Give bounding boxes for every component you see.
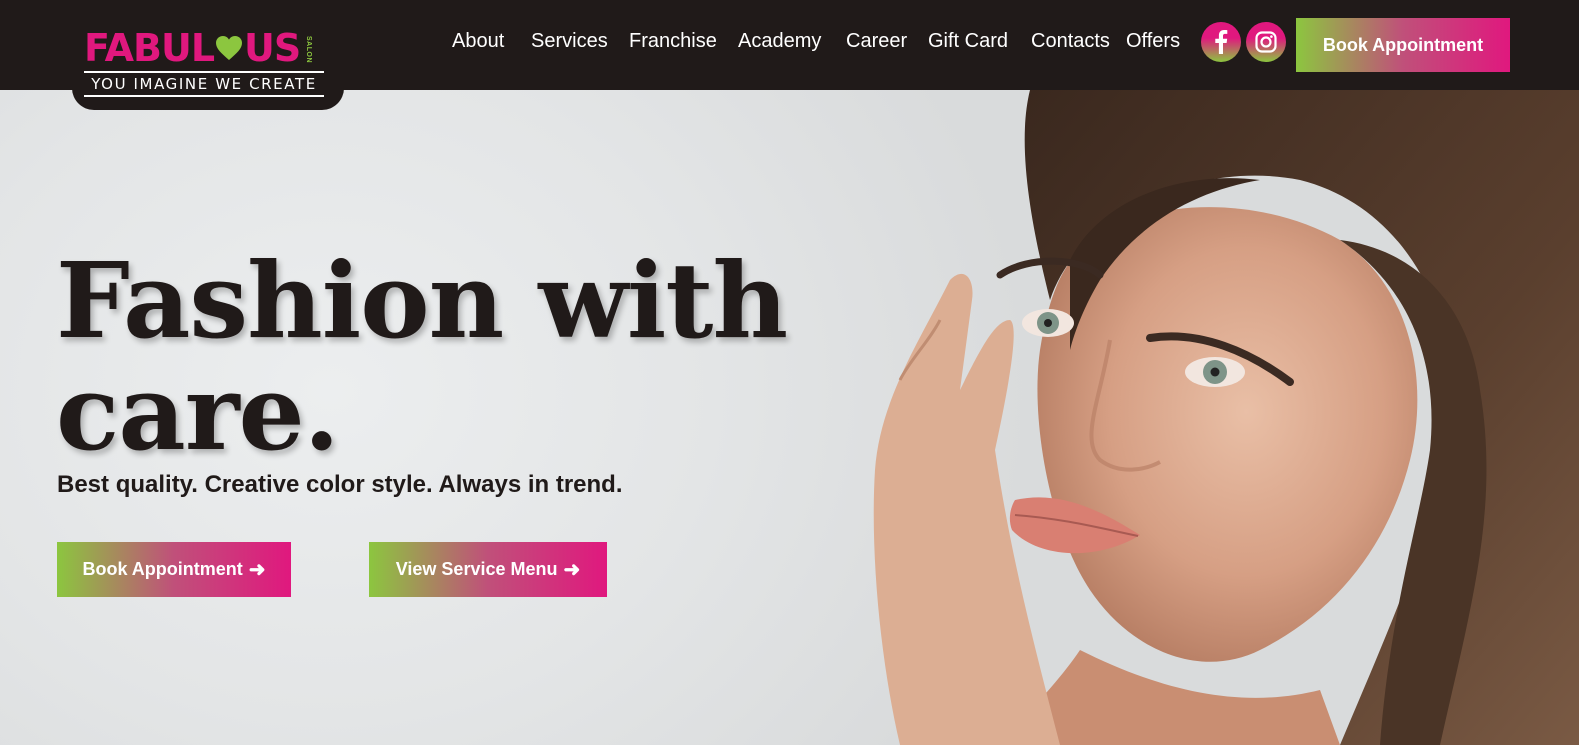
logo-rule-top [84, 71, 324, 73]
hero-section: Fashion with care. Best quality. Creativ… [0, 90, 1579, 745]
instagram-link[interactable] [1246, 22, 1286, 62]
view-service-menu-label: View Service Menu [395, 559, 558, 579]
heart-icon [216, 36, 243, 60]
nav-offers[interactable]: Offers [1126, 28, 1180, 54]
hero-title-line2: care. [56, 351, 340, 474]
header-book-appointment-button[interactable]: Book Appointment [1296, 18, 1510, 72]
nav-services[interactable]: Services [531, 28, 608, 54]
facebook-link[interactable] [1201, 22, 1241, 62]
logo[interactable]: FABUL US SALON YOU IMAGINE WE CREATE [72, 0, 344, 110]
nav-academy[interactable]: Academy [738, 28, 821, 54]
logo-text-right: US [244, 26, 301, 70]
hero-book-appointment-button[interactable]: Book Appointment ➜ [57, 542, 291, 597]
nav-career[interactable]: Career [846, 28, 907, 54]
arrow-right-icon: ➜ [563, 558, 581, 581]
logo-rule-bottom [84, 95, 324, 97]
nav-about[interactable]: About [452, 28, 504, 54]
nav-franchise[interactable]: Franchise [629, 28, 717, 54]
logo-tagline: YOU IMAGINE WE CREATE [91, 75, 317, 93]
instagram-icon [1255, 31, 1277, 53]
logo-wordmark: FABUL US [84, 26, 301, 70]
arrow-right-icon: ➜ [248, 558, 266, 581]
logo-text-left: FABUL [84, 26, 215, 70]
nav-gift-card[interactable]: Gift Card [928, 28, 1008, 54]
woman-portrait-image [873, 90, 1579, 745]
logo-salon-label: SALON [305, 36, 312, 63]
facebook-icon [1215, 30, 1228, 54]
hero-book-appointment-label: Book Appointment [82, 559, 243, 579]
nav-contacts[interactable]: Contacts [1031, 28, 1110, 54]
hero-subtitle: Best quality. Creative color style. Alwa… [57, 471, 623, 498]
view-service-menu-button[interactable]: View Service Menu ➜ [369, 542, 607, 597]
hero-title: Fashion with care. [56, 245, 856, 469]
hero-title-line1: Fashion with [56, 239, 788, 362]
